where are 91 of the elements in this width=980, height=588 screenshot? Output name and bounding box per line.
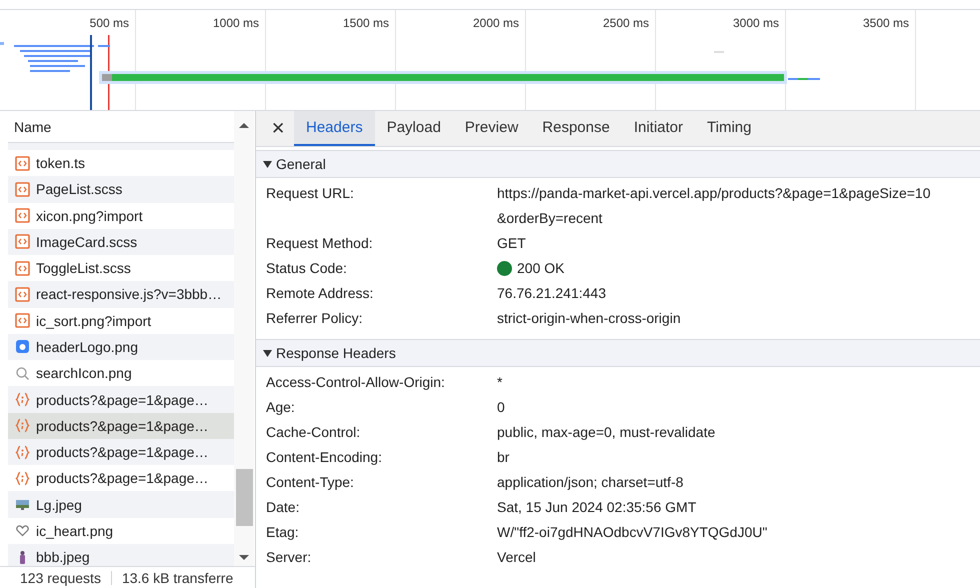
request-name: ic_sort.png?import [36,312,152,329]
status-value: 200 OK [497,256,564,281]
code-file-icon [15,182,30,197]
search-icon [15,366,30,381]
code-file-icon [15,313,30,328]
request-row[interactable]: token.ts [8,150,234,176]
request-row[interactable]: products?&page=1&page… [8,412,234,439]
json-file-icon [15,392,30,408]
header-name: Etag: [266,523,300,542]
code-file-icon [15,286,30,302]
header-name: Request Method: [266,234,374,253]
request-name: bbb.jpeg [36,549,90,566]
time-tick-label: 500 ms [90,16,129,30]
request-row[interactable]: xicon.png?import [8,202,234,229]
request-count: 123 requests [20,570,101,586]
time-tick-label: 1000 ms [212,16,259,30]
header-name: Referrer Policy: [266,309,364,328]
header-name: Cache-Control: [266,423,362,442]
request-row[interactable]: ic_heart.png [8,518,234,544]
request-name: react-responsive.js?v=3bbb… [36,286,222,302]
header-value: 0 [497,398,505,417]
status-dot-icon [497,261,512,276]
code-file-icon [15,260,30,276]
request-name: PageList.scss [36,181,122,198]
request-name: ic_heart.png [36,522,114,539]
close-button[interactable]: ✕ [262,111,294,146]
header-value: 76.76.21.241:443 [497,284,606,303]
details-tab[interactable]: Response [530,111,622,146]
header-name: Status Code: [266,259,348,278]
header-value: application/json; charset=utf-8 [497,473,684,492]
json-file-icon [15,444,30,460]
header-name: Age: [266,398,296,417]
request-name: xicon.png?import [36,208,143,224]
request-row[interactable]: products?&page=1&page… [8,465,234,492]
json-file-icon [15,418,30,434]
details-tab[interactable]: Preview [452,111,530,146]
section-title: Response Headers [276,345,396,361]
details-tab[interactable]: Initiator [622,111,696,146]
request-name: ImageCard.scss [36,234,138,250]
header-value: br [497,448,510,467]
details-tab[interactable]: Timing [695,111,764,146]
code-file-icon [15,234,30,250]
code-file-icon [15,208,30,224]
request-name: ToggleList.scss [36,260,131,276]
request-row[interactable]: searchIcon.png [8,360,234,386]
expand-caret-icon [263,350,272,356]
header-name: Server: [266,548,312,567]
request-row[interactable]: ToggleList.scss [8,255,234,282]
request-name: Lg.jpeg [36,496,82,513]
json-file-icon [15,470,30,486]
request-row[interactable]: ic_sort.png?import [8,308,234,334]
header-name: Content-Type: [266,473,355,492]
time-tick-label: 3500 ms [862,16,909,30]
details-tab[interactable]: Payload [374,111,453,146]
request-name: products?&page=1&page… [36,470,208,486]
header-name: Date: [266,498,300,517]
header-value: W/"ff2-oi7gdHNAOdbcvV7IGv8YTQGdJ0U" [497,523,768,542]
header-value: Vercel [497,548,536,567]
heart-icon [15,523,30,538]
request-url: https://panda-market-api.vercel.app/products?&page=1&pageSize=10 &orderBy=recent [497,184,932,228]
section-title: General [276,156,326,172]
image-file-icon [15,339,30,354]
request-name: searchIcon.png [36,365,132,382]
details-tab[interactable]: Headers [294,111,375,146]
request-name: token.ts [36,155,86,172]
scrollbar-thumb[interactable] [236,469,252,526]
header-name: Content-Encoding: [266,448,383,467]
header-value: Sat, 15 Jun 2024 02:35:56 GMT [497,498,696,517]
header-value: GET [497,234,526,253]
header-value: strict-origin-when-cross-origin [497,309,681,328]
section-header[interactable]: General [256,150,980,178]
header-name: Request URL: [266,184,355,203]
request-name: products?&page=1&page… [36,392,208,408]
time-tick-label: 3000 ms [732,16,779,30]
request-name: headerLogo.png [36,338,138,355]
request-name: products?&page=1&page… [36,418,208,434]
request-name: products?&page=1&page… [36,444,208,460]
scroll-down-icon[interactable] [238,554,250,562]
expand-caret-icon [263,160,272,168]
code-file-icon [15,156,30,171]
header-value: * [497,373,502,392]
time-tick-label: 1500 ms [342,16,389,30]
header-name: Access-Control-Allow-Origin: [266,373,446,392]
header-value: public, max-age=0, must-revalidate [497,423,716,442]
picture-icon [15,497,30,512]
time-tick-label: 2500 ms [602,16,649,30]
time-tick-label: 2000 ms [472,16,519,30]
section-header[interactable]: Response Headers [256,339,980,367]
scroll-up-icon[interactable] [238,121,250,129]
header-name: Remote Address: [266,284,374,303]
transferred-size: 13.6 kB transferre [122,570,234,586]
